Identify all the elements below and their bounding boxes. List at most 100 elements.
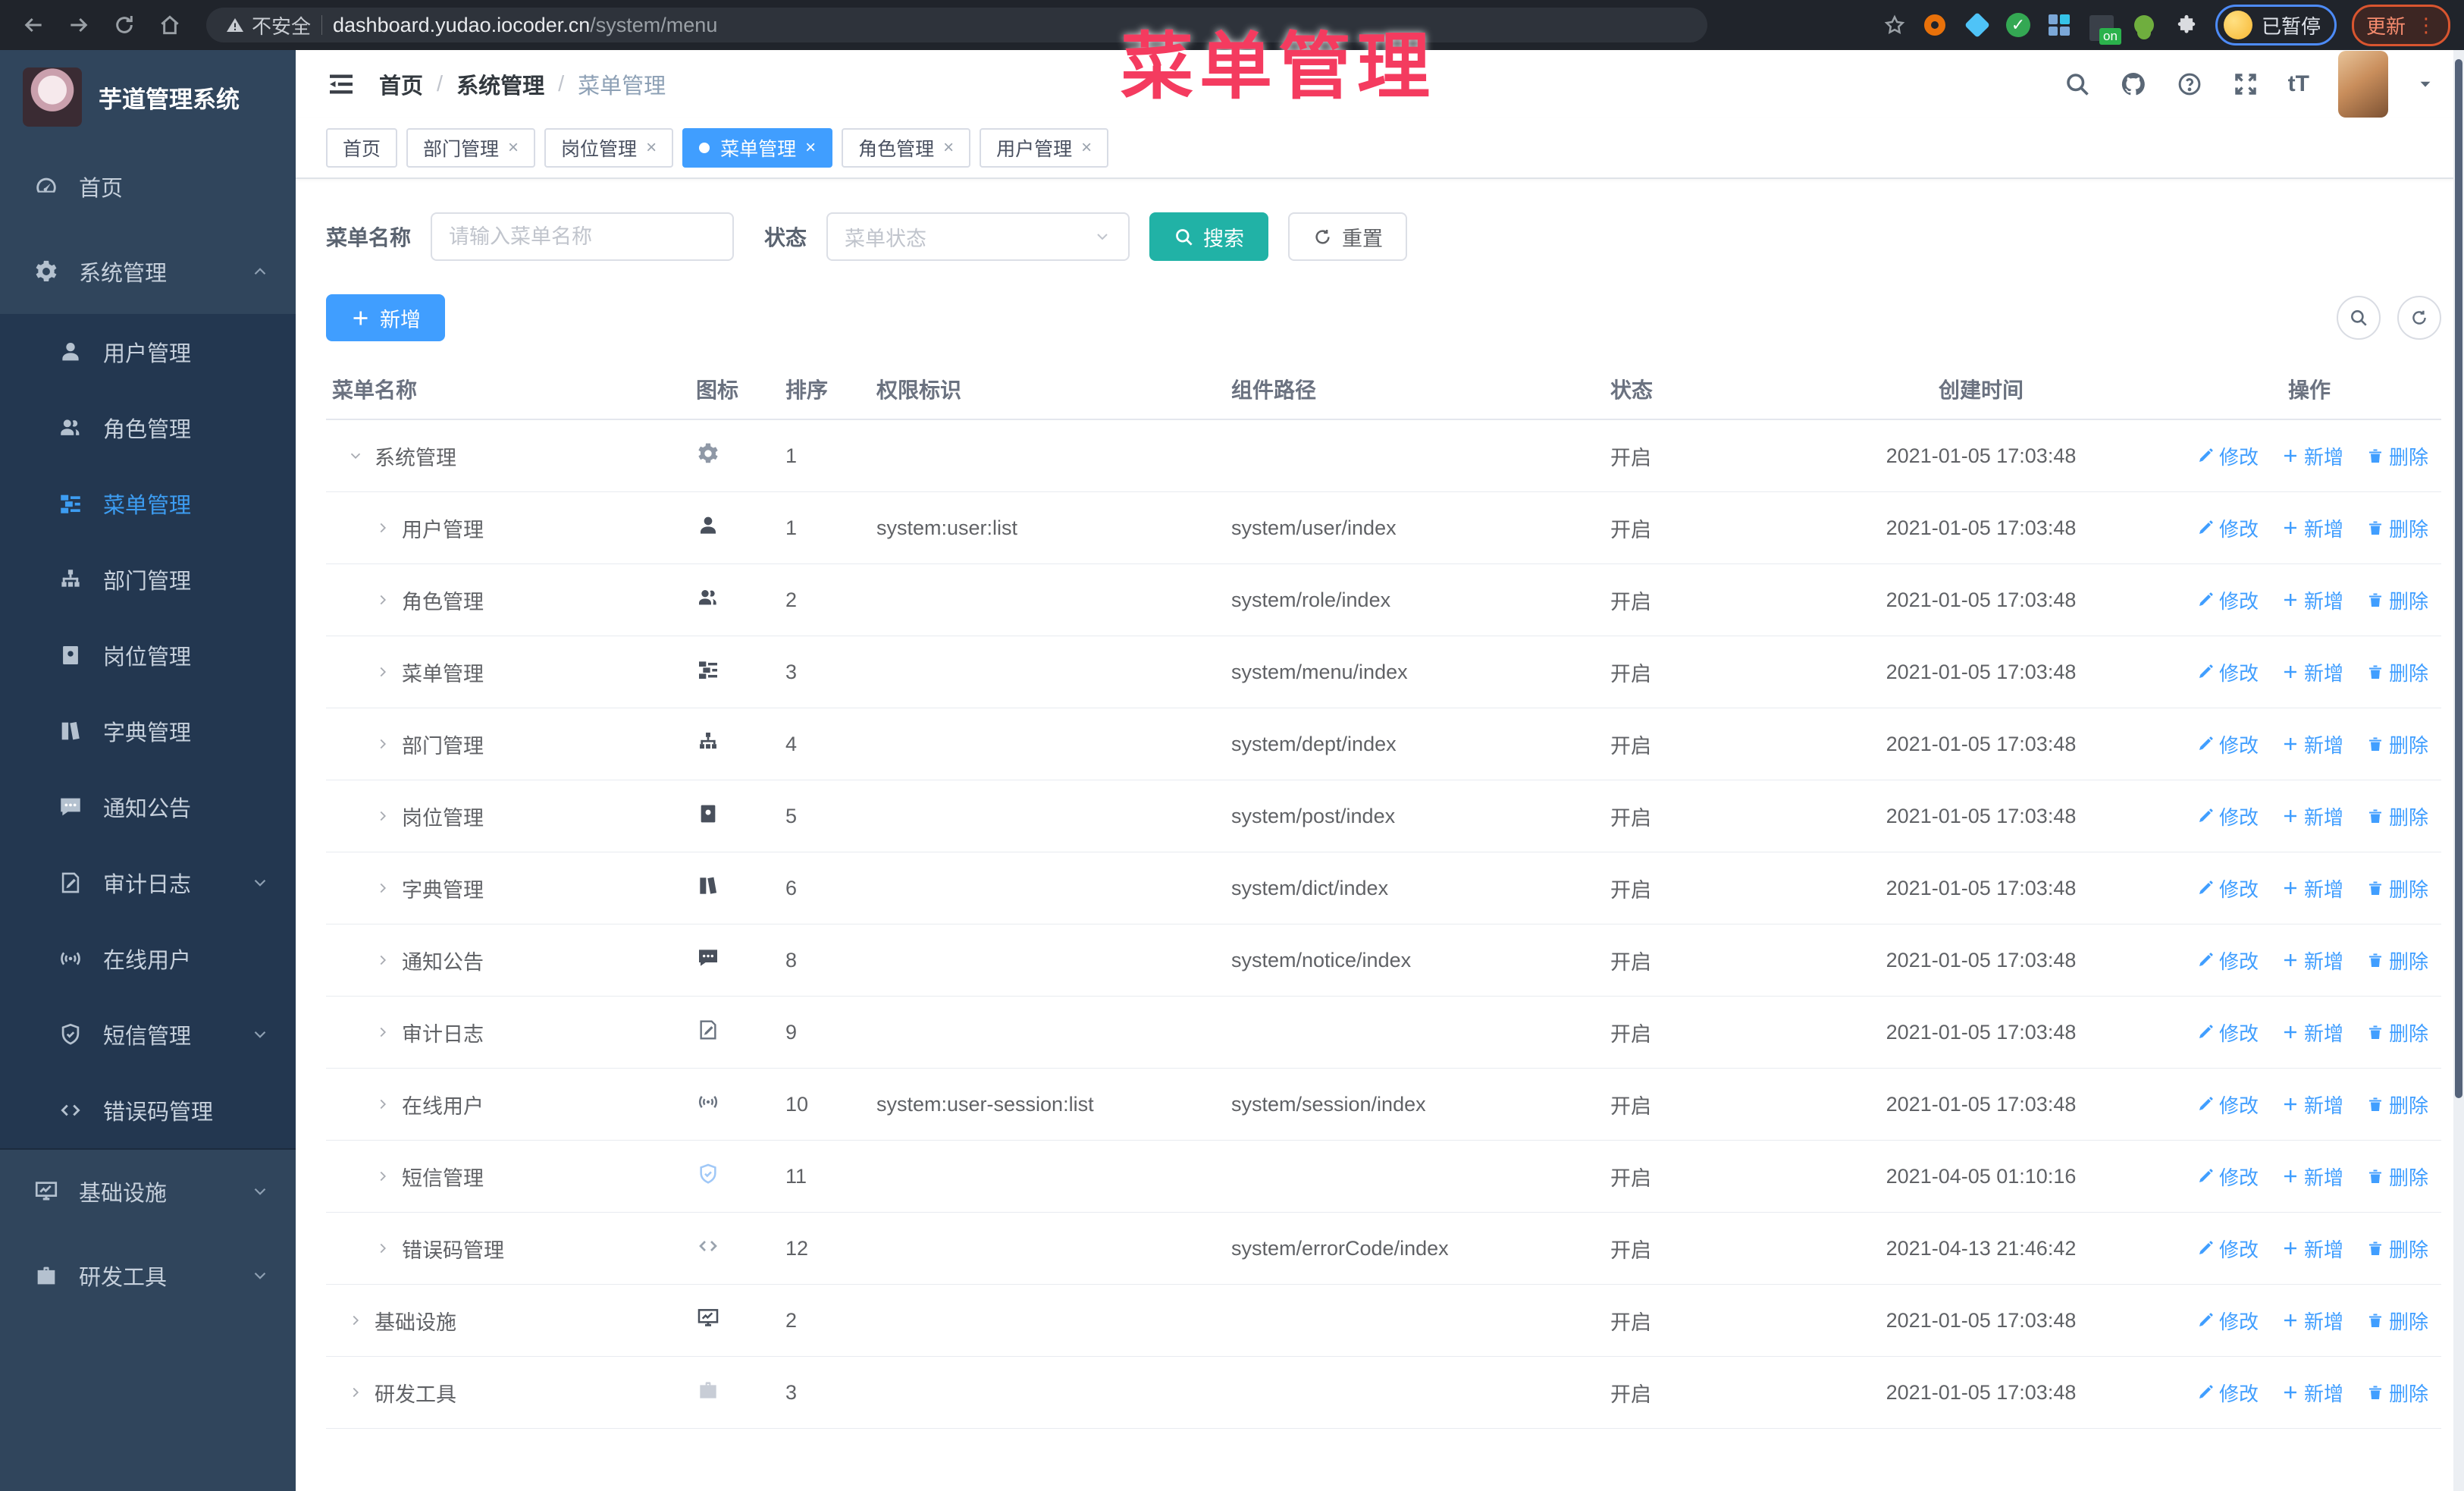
toggle-search-button[interactable] [2337,296,2381,340]
browser-update-button[interactable]: 更新 ⋮ [2351,4,2450,46]
add-child-link[interactable]: 新增 [2281,730,2343,758]
sidebar-item-10[interactable]: 在线用户 [0,921,296,997]
close-icon[interactable]: × [805,137,816,159]
hamburger-icon[interactable] [326,69,356,99]
ext-server-icon[interactable]: on [2088,11,2121,45]
sidebar-item-2[interactable]: 用户管理 [0,314,296,390]
edit-link[interactable]: 修改 [2196,442,2259,470]
delete-link[interactable]: 删除 [2366,1019,2428,1047]
expand-arrow-icon[interactable] [375,592,391,608]
browser-menu-dots-icon[interactable]: ⋮ [2416,14,2436,37]
home-icon[interactable] [150,5,190,45]
delete-link[interactable]: 删除 [2366,514,2428,542]
add-child-link[interactable]: 新增 [2281,946,2343,975]
refresh-table-button[interactable] [2397,296,2441,340]
sidebar-item-3[interactable]: 角色管理 [0,390,296,466]
sidebar-item-11[interactable]: 短信管理 [0,997,296,1072]
expand-arrow-icon[interactable] [375,736,391,752]
delete-link[interactable]: 删除 [2366,442,2428,470]
delete-link[interactable]: 删除 [2366,586,2428,614]
tag-tab-5[interactable]: 用户管理 × [980,128,1109,168]
sidebar-item-14[interactable]: 研发工具 [0,1233,296,1318]
tag-tab-1[interactable]: 部门管理 × [406,128,536,168]
close-icon[interactable]: × [508,137,519,159]
expand-arrow-icon[interactable] [375,1240,391,1257]
expand-arrow-icon[interactable] [375,519,391,536]
expand-arrow-icon[interactable] [375,808,391,824]
menu-name-input[interactable] [431,212,735,261]
edit-link[interactable]: 修改 [2196,586,2259,614]
scrollbar-thumb[interactable] [2455,59,2462,1098]
expand-arrow-icon[interactable] [347,1384,364,1401]
sidebar-item-4[interactable]: 菜单管理 [0,466,296,541]
ext-key-icon[interactable] [2130,11,2158,39]
add-child-link[interactable]: 新增 [2281,1307,2343,1335]
ext-grid-icon[interactable] [2045,11,2073,39]
sidebar-item-9[interactable]: 审计日志 [0,845,296,921]
sidebar-item-7[interactable]: 字典管理 [0,693,296,769]
edit-link[interactable]: 修改 [2196,1163,2259,1191]
expand-arrow-icon[interactable] [375,1096,391,1113]
breadcrumb-system[interactable]: 系统管理 [456,68,544,100]
sidebar-item-1[interactable]: 系统管理 [0,229,296,314]
add-child-link[interactable]: 新增 [2281,1091,2343,1119]
close-icon[interactable]: × [646,137,657,159]
extensions-puzzle-icon[interactable] [2173,11,2200,39]
add-child-link[interactable]: 新增 [2281,1163,2343,1191]
delete-link[interactable]: 删除 [2366,1379,2428,1407]
edit-link[interactable]: 修改 [2196,802,2259,830]
add-child-link[interactable]: 新增 [2281,1019,2343,1047]
logo-row[interactable]: 芋道管理系统 [0,50,296,144]
add-child-link[interactable]: 新增 [2281,514,2343,542]
search-button[interactable]: 搜索 [1149,212,1269,261]
address-bar[interactable]: 不安全 dashboard.yudao.iocoder.cn/system/me… [206,8,1707,42]
sidebar-item-5[interactable]: 部门管理 [0,541,296,617]
edit-link[interactable]: 修改 [2196,1235,2259,1263]
bookmark-star-icon[interactable] [1883,14,1906,36]
sidebar-item-13[interactable]: 基础设施 [0,1148,296,1233]
edit-link[interactable]: 修改 [2196,1307,2259,1335]
close-icon[interactable]: × [943,137,954,159]
edit-link[interactable]: 修改 [2196,1019,2259,1047]
user-avatar[interactable] [2338,51,2388,118]
close-icon[interactable]: × [1081,137,1092,159]
tag-tab-4[interactable]: 角色管理 × [842,128,971,168]
search-icon[interactable] [2064,71,2091,98]
add-button[interactable]: 新增 [326,294,445,341]
help-icon[interactable] [2176,71,2203,98]
reload-icon[interactable] [105,5,144,45]
edit-link[interactable]: 修改 [2196,1091,2259,1119]
reset-button[interactable]: 重置 [1288,212,1408,261]
sidebar-item-8[interactable]: 通知公告 [0,769,296,845]
sidebar-item-6[interactable]: 岗位管理 [0,617,296,693]
profile-paused-pill[interactable]: 已暂停 [2215,5,2337,46]
edit-link[interactable]: 修改 [2196,946,2259,975]
delete-link[interactable]: 删除 [2366,874,2428,902]
delete-link[interactable]: 删除 [2366,1235,2428,1263]
tag-tab-2[interactable]: 岗位管理 × [544,128,674,168]
delete-link[interactable]: 删除 [2366,1307,2428,1335]
add-child-link[interactable]: 新增 [2281,802,2343,830]
add-child-link[interactable]: 新增 [2281,1235,2343,1263]
tag-tab-0[interactable]: 首页 [326,128,398,168]
add-child-link[interactable]: 新增 [2281,442,2343,470]
expand-arrow-icon[interactable] [375,1168,391,1185]
fullscreen-icon[interactable] [2232,71,2259,98]
edit-link[interactable]: 修改 [2196,1379,2259,1407]
delete-link[interactable]: 删除 [2366,730,2428,758]
expand-arrow-icon[interactable] [347,447,364,464]
edit-link[interactable]: 修改 [2196,874,2259,902]
delete-link[interactable]: 删除 [2366,802,2428,830]
delete-link[interactable]: 删除 [2366,658,2428,686]
ext-orange-icon[interactable] [1921,11,1948,39]
github-icon[interactable] [2120,71,2147,98]
chevron-down-icon[interactable] [2417,76,2434,93]
delete-link[interactable]: 删除 [2366,1091,2428,1119]
sidebar-item-12[interactable]: 错误码管理 [0,1072,296,1148]
add-child-link[interactable]: 新增 [2281,1379,2343,1407]
ext-gem-icon[interactable] [1964,11,1991,39]
add-child-link[interactable]: 新增 [2281,874,2343,902]
add-child-link[interactable]: 新增 [2281,658,2343,686]
expand-arrow-icon[interactable] [375,664,391,680]
sidebar-item-0[interactable]: 首页 [0,144,296,229]
